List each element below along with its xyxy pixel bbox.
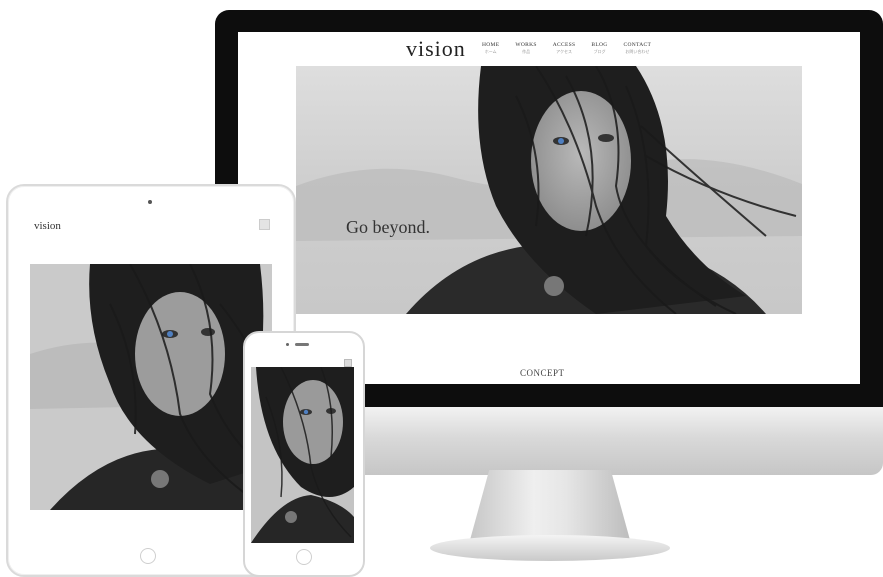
home-button[interactable] xyxy=(140,548,156,564)
phone-camera xyxy=(286,343,289,346)
portrait-illustration xyxy=(30,264,272,510)
site-logo[interactable]: vision xyxy=(34,220,61,232)
home-button[interactable] xyxy=(296,549,312,565)
hero-image xyxy=(251,367,354,543)
site-nav: HOME ホーム WORKS 作品 ACCESS アクセス BLOG ブログ C… xyxy=(482,42,651,55)
nav-sublabel: ブログ xyxy=(593,49,606,54)
nav-works[interactable]: WORKS 作品 xyxy=(515,42,536,55)
phone-screen xyxy=(251,357,354,543)
monitor-stand xyxy=(470,470,630,540)
nav-label: ACCESS xyxy=(552,42,576,48)
portrait-illustration xyxy=(296,66,802,314)
hero-image xyxy=(296,66,802,314)
nav-label: BLOG xyxy=(591,42,608,48)
nav-sublabel: 作品 xyxy=(522,49,531,54)
menu-icon[interactable] xyxy=(344,359,352,367)
nav-label: CONTACT xyxy=(623,42,652,48)
section-title: CONCEPT xyxy=(520,368,565,378)
phone-speaker xyxy=(295,343,309,346)
nav-sublabel: アクセス xyxy=(556,49,572,54)
nav-sublabel: ホーム xyxy=(484,49,497,54)
nav-access[interactable]: ACCESS アクセス xyxy=(553,42,576,55)
nav-contact[interactable]: CONTACT お問い合わせ xyxy=(624,42,652,55)
tablet-camera xyxy=(148,200,152,204)
nav-blog[interactable]: BLOG ブログ xyxy=(591,42,607,55)
nav-label: HOME xyxy=(482,42,500,48)
site-logo[interactable]: vision xyxy=(406,36,466,62)
monitor-stand-base xyxy=(430,535,670,561)
hero-image xyxy=(30,264,272,510)
menu-icon[interactable] xyxy=(259,219,270,230)
nav-home[interactable]: HOME ホーム xyxy=(482,42,499,55)
tablet-screen: vision xyxy=(30,216,272,526)
portrait-illustration xyxy=(251,367,354,543)
nav-sublabel: お問い合わせ xyxy=(625,49,650,54)
hero-tagline: Go beyond. xyxy=(346,217,430,237)
nav-label: WORKS xyxy=(515,42,537,48)
